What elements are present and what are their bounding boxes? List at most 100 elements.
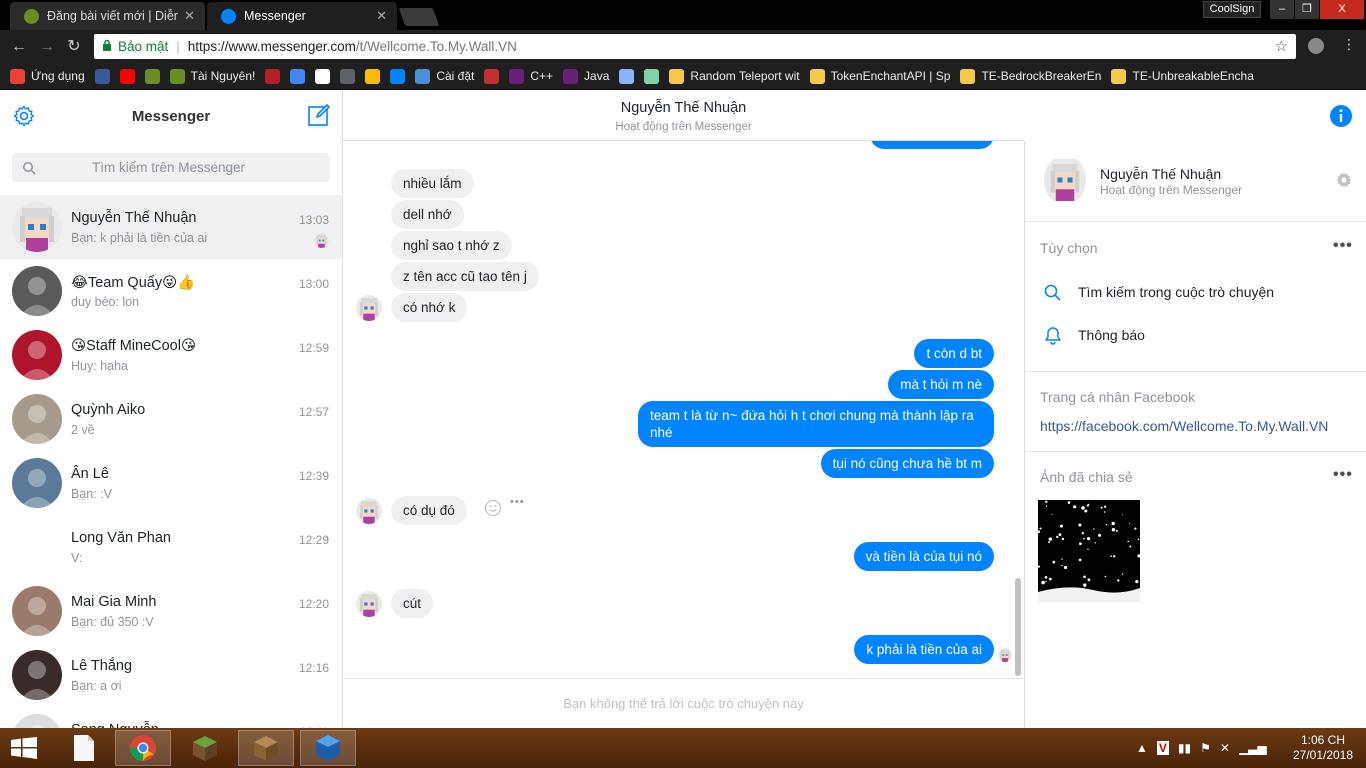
taskbar-crafting-table[interactable] — [238, 730, 294, 766]
document-icon — [74, 735, 94, 761]
conversation-item[interactable]: 😘Staff MineCool😘 Huy: haha 12:59 — [0, 323, 342, 387]
incoming-message[interactable]: nhiều lắm — [391, 169, 474, 198]
taskbar-virtualbox[interactable] — [300, 730, 356, 766]
bookmark-item[interactable] — [94, 68, 110, 84]
address-bar[interactable]: Bảo mật | https://www.messenger.com /t/W… — [94, 34, 1296, 59]
antivirus-icon[interactable]: V — [1156, 741, 1169, 755]
profile-button[interactable]: CoolSign — [1203, 1, 1261, 18]
minecraft-forum-icon — [169, 68, 185, 84]
network-error-icon[interactable]: ⚑ — [1200, 741, 1211, 755]
close-icon[interactable]: ✕ — [184, 8, 195, 24]
taskbar-clock[interactable]: 1:06 CH 27/01/2018 — [1288, 733, 1358, 763]
contact-avatar[interactable] — [1044, 155, 1086, 205]
bookmark-item[interactable] — [265, 68, 281, 84]
bookmark-item[interactable]: C++ — [509, 68, 553, 84]
new-tab-button[interactable] — [398, 8, 440, 26]
bookmark-item[interactable]: TE-BedrockBreakerEn — [960, 68, 1101, 84]
incoming-message[interactable]: nghỉ sao t nhớ z — [391, 231, 512, 260]
google-drive-icon — [365, 68, 381, 84]
conversation-item[interactable]: Quỳnh Aiko 2 về 12:57 — [0, 387, 342, 451]
bookmark-item[interactable]: Tài Nguyên! — [169, 68, 255, 84]
shared-photo[interactable] — [1038, 500, 1140, 602]
conversation-time: 12:59 — [298, 341, 329, 355]
bookmark-item[interactable] — [484, 68, 500, 84]
reaction-icon[interactable] — [484, 499, 502, 517]
incoming-message[interactable]: cút — [391, 589, 434, 618]
bookmark-item[interactable] — [644, 68, 660, 84]
conversation-item[interactable]: Sang Nguyễn12:11 — [0, 707, 342, 728]
incoming-message[interactable]: dell nhớ — [391, 200, 464, 229]
conversation-item[interactable]: Lê Thắng Bạn: a ơi 12:16 — [0, 643, 342, 707]
conversation-item[interactable]: Long Văn Phan V: 12:29 — [0, 515, 342, 579]
maximize-button[interactable]: ❐ — [1295, 0, 1319, 19]
snowflake — [1081, 506, 1085, 510]
gear-icon[interactable] — [1335, 171, 1353, 189]
conversation-item[interactable]: Nguyễn Thế Nhuận Bạn: k phải là tiền của … — [0, 195, 342, 259]
forward-icon[interactable]: → — [36, 36, 58, 58]
bookmark-item[interactable]: Random Teleport wit — [669, 68, 800, 84]
bookmark-star-icon[interactable]: ☆ — [1275, 37, 1288, 55]
conversation-item[interactable]: Mai Gia Minh Bạn: đủ 350 :V 12:20 — [0, 579, 342, 643]
bookmark-item[interactable]: Ứng dụng — [10, 68, 85, 84]
options-more-icon[interactable]: ••• — [1333, 237, 1353, 255]
bookmark-item[interactable] — [315, 68, 331, 84]
bookmark-item[interactable] — [365, 68, 381, 84]
contact-name[interactable]: Nguyễn Thế Nhuận — [1100, 166, 1221, 182]
outgoing-message[interactable]: mà t hỏi m nè — [888, 370, 994, 399]
reload-icon[interactable]: ↻ — [63, 36, 85, 58]
close-window-button[interactable]: X — [1320, 0, 1364, 19]
bookmark-item[interactable] — [340, 68, 356, 84]
close-icon[interactable]: ✕ — [376, 8, 387, 24]
shared-photos-more-icon[interactable]: ••• — [1333, 466, 1353, 484]
search-in-conversation-option[interactable]: Tìm kiếm trong cuộc trò chuyện — [1078, 284, 1274, 300]
incoming-message[interactable]: có dụ đó — [391, 496, 467, 525]
bookmark-item[interactable] — [619, 68, 635, 84]
bookmark-item[interactable]: TokenEnchantAPI | Sp — [809, 68, 950, 84]
calculator-icon — [340, 68, 356, 84]
outgoing-message[interactable]: team t là từ n~ đứa hỏi h t chơi chung m… — [638, 401, 994, 447]
bookmark-item[interactable] — [144, 68, 160, 84]
bookmark-item[interactable] — [290, 68, 306, 84]
taskbar-minecraft[interactable] — [177, 730, 233, 766]
outgoing-message[interactable]: t còn d bt — [914, 339, 994, 368]
browser-menu-icon[interactable]: ⋮ — [1342, 36, 1356, 53]
minimize-button[interactable]: – — [1270, 0, 1294, 19]
back-icon[interactable]: ← — [8, 36, 30, 58]
conversation-snippet: Bạn: đủ 350 :V — [71, 615, 154, 629]
signal-icon[interactable]: ▁▃▅ — [1239, 741, 1267, 755]
taskbar-file-explorer[interactable] — [56, 730, 112, 766]
bookmark-item[interactable]: TE-UnbreakableEncha — [1111, 68, 1254, 84]
thread-scrollbar[interactable] — [1015, 578, 1021, 676]
system-tray: ▲ V ▮▮ ⚑ ✕ ▁▃▅ — [1136, 728, 1276, 768]
message-more-icon[interactable]: ••• — [510, 496, 525, 508]
conversation-item[interactable]: Ân Lê Bạn: :V 12:39 — [0, 451, 342, 515]
search-input[interactable] — [12, 153, 330, 182]
details-header: Nguyễn Thế Nhuận Hoạt động trên Messenge… — [1025, 141, 1366, 222]
notifications-option[interactable]: Thông báo — [1078, 327, 1145, 343]
incoming-message[interactable]: có nhớ k — [391, 293, 468, 322]
compose-icon[interactable] — [307, 103, 331, 127]
snowflake — [1135, 580, 1139, 584]
info-icon[interactable] — [1329, 104, 1353, 128]
bookmark-item[interactable] — [390, 68, 406, 84]
outgoing-message[interactable]: tụi nó cũng chưa hề bt m — [820, 449, 994, 478]
tab-forum[interactable]: Đăng bài viết mới | Diễn ✕ — [10, 2, 205, 30]
volume-muted-icon[interactable]: ✕ — [1220, 741, 1230, 755]
bookmark-item[interactable] — [119, 68, 135, 84]
bookmark-item[interactable]: Cài đặt — [415, 68, 474, 84]
device-icon[interactable]: ▮▮ — [1178, 741, 1191, 755]
show-hidden-icons[interactable]: ▲ — [1136, 741, 1148, 755]
conversation-item[interactable]: 😂Team Quẩy😜👍 duy béo: lon 13:00 — [0, 259, 342, 323]
outgoing-message[interactable]: k phải là tiền của ai — [854, 635, 994, 664]
start-button[interactable] — [0, 730, 48, 766]
snowflake — [1110, 555, 1112, 557]
chat-contact-name[interactable]: Nguyễn Thế Nhuận — [343, 100, 1024, 116]
outgoing-message[interactable]: và tiền là của tụi nó — [853, 542, 994, 571]
profile-link[interactable]: https://facebook.com/Wellcome.To.My.Wall… — [1040, 418, 1328, 434]
extension-icon[interactable] — [1308, 38, 1324, 54]
incoming-message[interactable]: z tên acc cũ tao tên j — [391, 262, 539, 291]
taskbar-chrome[interactable] — [115, 730, 171, 766]
tab-messenger[interactable]: Messenger ✕ — [207, 2, 397, 30]
bookmark-item[interactable]: Java — [563, 68, 609, 84]
avatar — [12, 586, 62, 636]
